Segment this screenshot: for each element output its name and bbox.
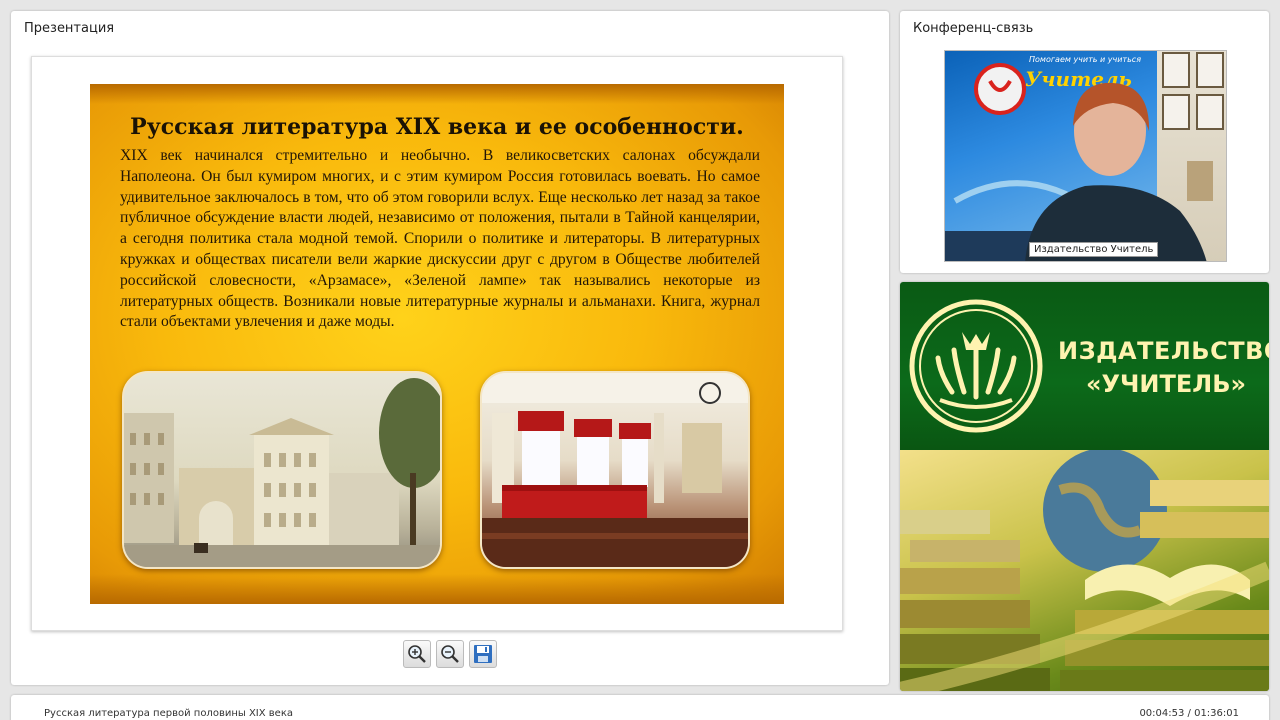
ad-brand-line2: «УЧИТЕЛЬ» [1086, 370, 1246, 398]
slide-image-street [122, 371, 442, 569]
presenter-figure [1025, 82, 1207, 261]
status-bar: Русская литература первой половины XIX в… [11, 695, 1269, 720]
slide-image-hall [480, 371, 750, 569]
ad-brand-line1: ИЗДАТЕЛЬСТВО [1058, 337, 1269, 365]
publisher-ad-panel: ИЗДАТЕЛЬСТВО «УЧИТЕЛЬ» [900, 282, 1269, 691]
conference-panel: Конференц-связь Помогаем учить и учиться… [900, 11, 1269, 273]
playback-time: 00:04:53 / 01:36:01 [1139, 708, 1239, 719]
presentation-panel: Презентация Русская литература XIX века … [11, 11, 889, 685]
zoom-out-icon [441, 645, 459, 663]
floppy-disk-icon [474, 645, 492, 663]
ad-header: ИЗДАТЕЛЬСТВО «УЧИТЕЛЬ» [900, 282, 1269, 450]
slide-frame: Русская литература XIX века и ее особенн… [31, 56, 843, 631]
course-title: Русская литература первой половины XIX в… [44, 708, 293, 719]
save-button[interactable] [469, 640, 497, 668]
zoom-in-button[interactable] [403, 640, 431, 668]
presentation-panel-title: Презентация [24, 21, 115, 36]
ad-image-books [900, 448, 1269, 691]
zoom-out-button[interactable] [436, 640, 464, 668]
zoom-in-icon [408, 645, 426, 663]
conference-panel-title: Конференц-связь [913, 21, 1034, 36]
slide-title: Русская литература XIX века и ее особенн… [130, 114, 744, 140]
slide: Русская литература XIX века и ее особенн… [90, 84, 784, 604]
video-caption: Издательство Учитель [1029, 242, 1159, 257]
video-feed[interactable]: Помогаем учить и учиться Учитель Издател… [944, 50, 1227, 262]
slide-text: XIX век начинался стремительно и необычн… [120, 147, 760, 331]
book-logo-icon [909, 299, 1043, 433]
